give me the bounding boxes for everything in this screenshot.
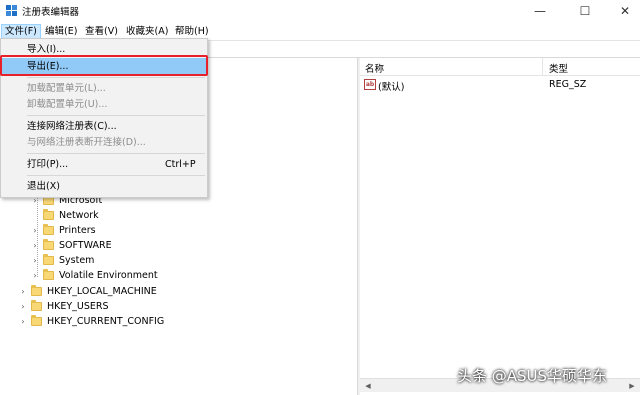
tree-item-label: Volatile Environment	[59, 270, 158, 281]
tree-item-printers[interactable]: › Printers	[30, 223, 96, 238]
menu-item-print[interactable]: 打印(P)... Ctrl+P	[2, 156, 206, 173]
folder-icon	[43, 209, 54, 220]
folder-icon	[43, 269, 54, 280]
tree-item-label: Printers	[59, 225, 96, 236]
tree-item-hkey-local-machine[interactable]: › HKEY_LOCAL_MACHINE	[18, 284, 157, 299]
menu-favorites[interactable]: 收藏夹(A)	[123, 24, 171, 39]
folder-icon	[31, 285, 42, 296]
close-button[interactable]: ✕	[605, 0, 640, 22]
chevron-right-icon[interactable]: ›	[18, 302, 28, 312]
tree-item-label: Network	[59, 210, 99, 221]
chevron-right-icon[interactable]: ›	[30, 256, 40, 266]
minimize-button[interactable]: —	[520, 0, 560, 22]
title-bar: 注册表编辑器 — ☐ ✕	[0, 0, 640, 22]
export-highlight-box	[0, 55, 208, 76]
menu-separator	[27, 153, 205, 154]
scroll-left-icon[interactable]: ◀	[362, 380, 374, 392]
tree-item-software[interactable]: › SOFTWARE	[30, 238, 112, 253]
menu-item-load-hive[interactable]: 加载配置单元(L)...	[2, 80, 206, 97]
menu-item-connect-network-registry[interactable]: 连接网络注册表(C)...	[2, 118, 206, 135]
menu-item-print-label: 打印(P)...	[27, 159, 69, 170]
maximize-button[interactable]: ☐	[565, 0, 605, 22]
tree-item-label: System	[59, 255, 95, 266]
column-divider[interactable]	[542, 58, 543, 76]
print-shortcut: Ctrl+P	[165, 159, 196, 170]
menu-item-unload-hive[interactable]: 卸载配置单元(U)...	[2, 96, 206, 113]
menu-help[interactable]: 帮助(H)	[172, 24, 212, 39]
ab-string-icon: ab	[364, 79, 376, 90]
tree-item-label: HKEY_CURRENT_CONFIG	[47, 316, 165, 327]
menu-separator	[27, 115, 205, 116]
regedit-icon	[6, 5, 17, 16]
tree-item-volatile-environment[interactable]: › Volatile Environment	[30, 268, 158, 283]
tree-item-label: SOFTWARE	[59, 240, 112, 251]
watermark: 头条 @ASUS华硕华东	[457, 367, 608, 385]
tree-item-label: HKEY_USERS	[47, 301, 109, 312]
column-header-type[interactable]: 类型	[549, 61, 568, 75]
tree-item-system[interactable]: › System	[30, 253, 94, 268]
column-header-name[interactable]: 名称	[365, 61, 384, 75]
chevron-right-icon[interactable]: ›	[30, 241, 40, 251]
scroll-right-icon[interactable]: ▶	[626, 380, 638, 392]
menu-separator	[27, 77, 205, 78]
chevron-right-icon[interactable]: ›	[30, 271, 40, 281]
tree-item-hkey-users[interactable]: › HKEY_USERS	[18, 299, 109, 314]
folder-icon	[31, 315, 42, 326]
window-title: 注册表编辑器	[22, 7, 80, 18]
folder-icon	[43, 239, 54, 250]
menu-separator	[27, 175, 205, 176]
list-header: 名称 类型	[360, 58, 640, 76]
menu-edit[interactable]: 编辑(E)	[42, 24, 80, 39]
tree-item-label: HKEY_LOCAL_MACHINE	[47, 286, 157, 297]
menu-view[interactable]: 查看(V)	[82, 24, 121, 39]
value-name: (默认)	[378, 82, 405, 93]
tree-item-hkey-current-config[interactable]: › HKEY_CURRENT_CONFIG	[18, 314, 164, 329]
menu-item-disconnect-network-registry[interactable]: 与网络注册表断开连接(D)...	[2, 134, 206, 151]
chevron-right-icon[interactable]: ›	[18, 317, 28, 327]
menu-item-exit[interactable]: 退出(X)	[2, 178, 206, 195]
chevron-right-icon[interactable]: ›	[18, 287, 28, 297]
values-list-pane: 名称 类型 ab (默认) REG_SZ ◀ ▶	[360, 58, 640, 395]
folder-icon	[43, 224, 54, 235]
folder-icon	[43, 254, 54, 265]
list-row[interactable]: ab (默认) REG_SZ	[360, 77, 640, 93]
folder-icon	[31, 300, 42, 311]
chevron-right-icon[interactable]: ›	[30, 226, 40, 236]
tree-item-network[interactable]: Network	[43, 208, 99, 223]
value-type: REG_SZ	[549, 79, 587, 90]
menu-file[interactable]: 文件(F)	[1, 24, 41, 39]
